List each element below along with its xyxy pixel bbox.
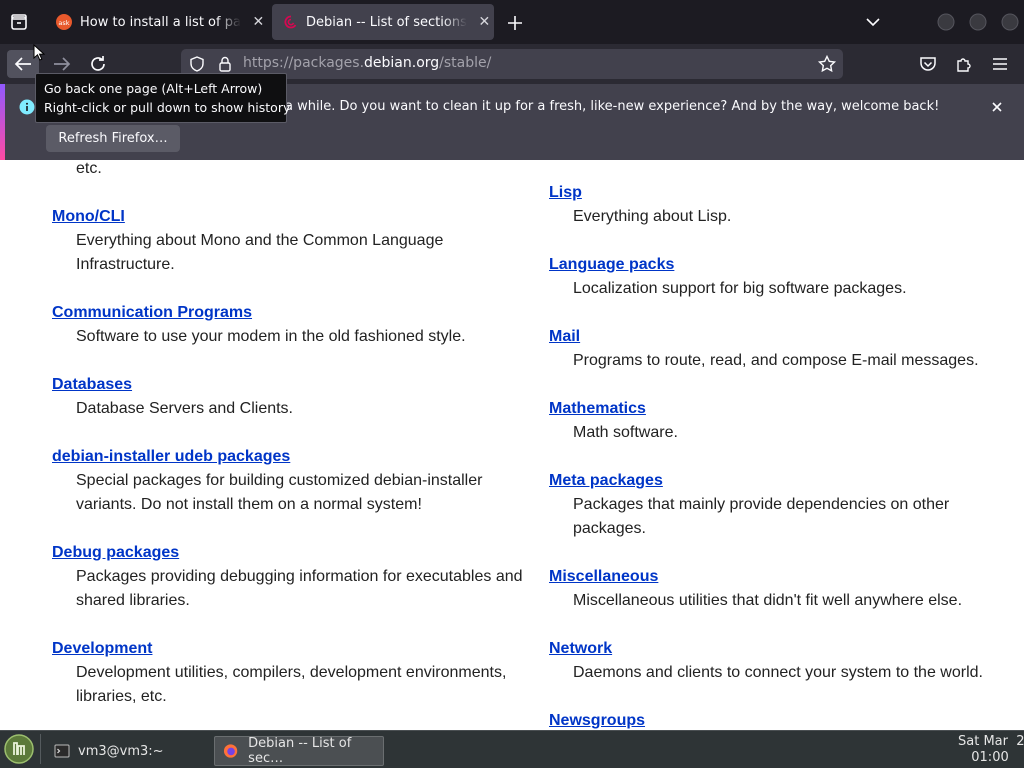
clock-date: Sat Mar 2 — [958, 734, 1024, 749]
tab-label: How to install a list of packages — [80, 14, 241, 30]
taskbar-separator — [40, 734, 41, 764]
section-description: etc. — [76, 160, 102, 177]
notification-message: a while. Do you want to clean it up for … — [285, 99, 940, 114]
url-text[interactable]: https://packages.debian.org/stable/ — [243, 55, 491, 71]
section-link-miscellaneous[interactable]: Miscellaneous — [549, 568, 658, 586]
info-icon — [19, 99, 35, 115]
minimize-window-icon[interactable] — [936, 12, 956, 32]
bookmark-star-icon[interactable] — [817, 54, 837, 74]
section-link-communication-programs[interactable]: Communication Programs — [52, 304, 252, 322]
taskbar-terminal-window[interactable]: vm3@vm3:~ — [46, 736, 210, 766]
section-description: Programs to route, read, and compose E-m… — [573, 352, 979, 369]
tab-how-to-install[interactable]: ask How to install a list of packages ✕ — [46, 0, 268, 44]
section-link-development[interactable]: Development — [52, 640, 152, 658]
tooltip-line: Right-click or pull down to show history — [44, 100, 291, 115]
tracking-protection-shield-icon[interactable] — [188, 55, 206, 73]
close-tab-icon[interactable]: ✕ — [475, 15, 494, 29]
pocket-icon[interactable] — [918, 54, 938, 74]
clock[interactable]: Sat Mar 2 01:00 — [958, 734, 1024, 766]
section-description: Packages providing debugging information… — [76, 568, 523, 609]
section-link-debug-packages[interactable]: Debug packages — [52, 544, 179, 562]
section-link-meta-packages[interactable]: Meta packages — [549, 472, 663, 490]
lock-icon[interactable] — [217, 55, 233, 73]
page-content: etc. Mono/CLI Everything about Mono and … — [0, 160, 1024, 730]
firefox-icon — [223, 744, 238, 758]
list-all-tabs-icon[interactable] — [864, 13, 882, 31]
section-description: Special packages for building customized… — [76, 472, 483, 513]
section-link-mathematics[interactable]: Mathematics — [549, 400, 646, 418]
section-description: Development utilities, compilers, develo… — [76, 664, 507, 705]
close-window-icon[interactable] — [1000, 12, 1020, 32]
refresh-firefox-button[interactable]: Refresh Firefox… — [46, 125, 180, 152]
section-link-newsgroups[interactable]: Newsgroups — [549, 712, 645, 730]
hamburger-menu-icon[interactable] — [990, 54, 1010, 74]
svg-text:ask: ask — [58, 19, 69, 27]
section-link-mail[interactable]: Mail — [549, 328, 580, 346]
firefox-view-icon[interactable] — [8, 11, 30, 33]
section-link-lisp[interactable]: Lisp — [549, 184, 582, 202]
ask-favicon: ask — [56, 14, 72, 30]
taskbar-item-label: Debian -- List of sec… — [248, 736, 352, 766]
section-description: Everything about Mono and the Common Lan… — [76, 232, 444, 273]
tooltip-line: Go back one page (Alt+Left Arrow) — [44, 81, 263, 96]
section-link-debian-installer-udeb[interactable]: debian-installer udeb packages — [52, 448, 290, 466]
notification-accent-stripe — [0, 84, 5, 160]
section-link-databases[interactable]: Databases — [52, 376, 132, 394]
mouse-cursor-icon — [33, 44, 45, 62]
maximize-window-icon[interactable] — [968, 12, 988, 32]
back-button-tooltip: Go back one page (Alt+Left Arrow) Right-… — [35, 73, 291, 123]
section-link-language-packs[interactable]: Language packs — [549, 256, 674, 274]
extensions-puzzle-icon[interactable] — [954, 54, 974, 74]
section-description: Localization support for big software pa… — [573, 280, 907, 297]
clock-time: 01:00 — [971, 750, 1009, 765]
taskbar-firefox-window[interactable]: Debian -- List of sec… — [214, 736, 384, 766]
tab-debian-sections[interactable]: Debian -- List of sections in ✕ — [272, 0, 494, 44]
close-notification-icon[interactable] — [988, 98, 1006, 116]
close-tab-icon[interactable]: ✕ — [249, 15, 268, 29]
section-link-network[interactable]: Network — [549, 640, 612, 658]
taskbar-item-label: vm3@vm3:~ — [78, 743, 164, 759]
section-description: Software to use your modem in the old fa… — [76, 328, 466, 345]
section-description: Everything about Lisp. — [573, 208, 732, 225]
section-description: Daemons and clients to connect your syst… — [573, 664, 983, 681]
terminal-icon — [54, 744, 70, 758]
start-menu-icon[interactable] — [3, 733, 35, 765]
tab-label: Debian -- List of sections in — [306, 14, 467, 30]
new-tab-icon[interactable] — [505, 13, 525, 33]
section-description: Math software. — [573, 424, 678, 441]
section-description: Packages that mainly provide dependencie… — [573, 496, 950, 537]
section-description: Database Servers and Clients. — [76, 400, 293, 417]
section-description: Miscellaneous utilities that didn't fit … — [573, 592, 963, 609]
section-link-mono-cli[interactable]: Mono/CLI — [52, 208, 125, 226]
debian-favicon — [282, 14, 298, 30]
